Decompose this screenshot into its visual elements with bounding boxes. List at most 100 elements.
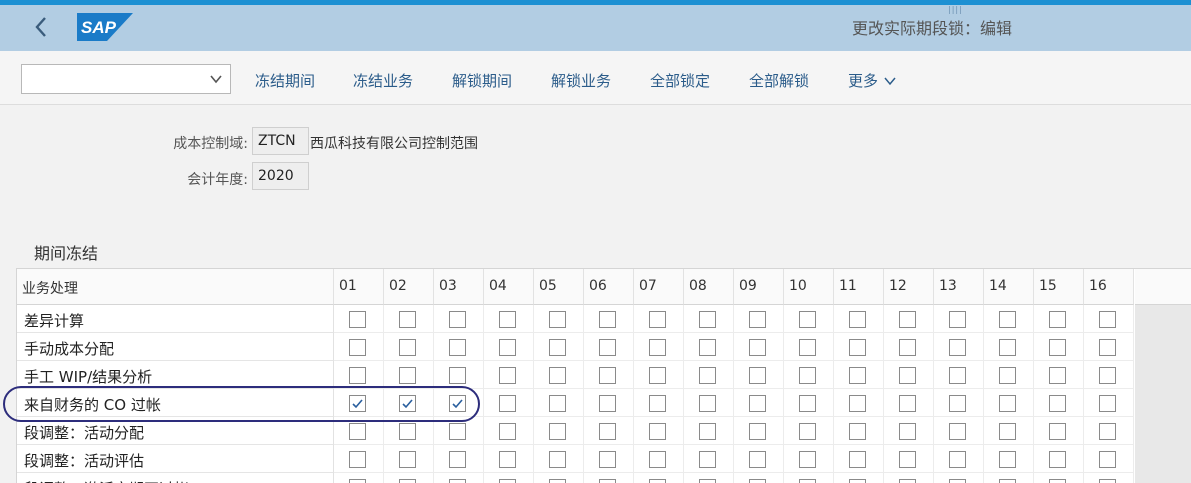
period-lock-checkbox[interactable] xyxy=(699,423,716,440)
period-lock-checkbox[interactable] xyxy=(1099,339,1116,356)
period-lock-checkbox[interactable] xyxy=(699,339,716,356)
period-lock-checkbox[interactable] xyxy=(699,479,716,483)
period-lock-checkbox[interactable] xyxy=(799,479,816,483)
period-lock-checkbox[interactable] xyxy=(799,339,816,356)
period-lock-checkbox[interactable] xyxy=(449,423,466,440)
period-lock-checkbox[interactable] xyxy=(999,339,1016,356)
period-lock-checkbox[interactable] xyxy=(699,395,716,412)
period-lock-checkbox[interactable] xyxy=(599,367,616,384)
period-lock-checkbox[interactable] xyxy=(949,339,966,356)
period-lock-checkbox[interactable] xyxy=(749,311,766,328)
period-lock-checkbox[interactable] xyxy=(349,339,366,356)
period-lock-checkbox[interactable] xyxy=(749,339,766,356)
period-lock-checkbox[interactable] xyxy=(899,395,916,412)
period-lock-checkbox[interactable] xyxy=(399,423,416,440)
period-lock-checkbox[interactable] xyxy=(749,479,766,483)
period-lock-checkbox[interactable] xyxy=(549,367,566,384)
period-lock-checkbox[interactable] xyxy=(1099,395,1116,412)
back-button[interactable] xyxy=(30,14,52,40)
period-lock-checkbox[interactable] xyxy=(399,479,416,483)
period-lock-checkbox[interactable] xyxy=(649,339,666,356)
period-lock-checkbox[interactable] xyxy=(899,311,916,328)
period-lock-checkbox[interactable] xyxy=(849,479,866,483)
period-lock-checkbox[interactable] xyxy=(599,423,616,440)
period-lock-checkbox[interactable] xyxy=(1049,311,1066,328)
period-lock-checkbox[interactable] xyxy=(1099,423,1116,440)
controlling-area-field[interactable]: ZTCN xyxy=(252,127,309,155)
period-lock-checkbox[interactable] xyxy=(949,367,966,384)
period-lock-checkbox[interactable] xyxy=(499,339,516,356)
period-lock-checkbox[interactable] xyxy=(599,479,616,483)
period-lock-checkbox[interactable] xyxy=(949,311,966,328)
period-lock-checkbox[interactable] xyxy=(499,367,516,384)
period-lock-checkbox[interactable] xyxy=(1049,367,1066,384)
period-lock-checkbox[interactable] xyxy=(849,451,866,468)
period-lock-checkbox[interactable] xyxy=(949,479,966,483)
freeze-periods-button[interactable]: 冻结期间 xyxy=(255,70,315,91)
period-lock-checkbox[interactable] xyxy=(649,367,666,384)
period-lock-checkbox[interactable] xyxy=(549,479,566,483)
period-lock-checkbox[interactable] xyxy=(699,367,716,384)
period-lock-checkbox[interactable] xyxy=(699,311,716,328)
period-lock-checkbox[interactable] xyxy=(599,339,616,356)
unlock-all-button[interactable]: 全部解锁 xyxy=(749,70,809,91)
period-lock-checkbox[interactable] xyxy=(1049,339,1066,356)
period-lock-checkbox[interactable] xyxy=(449,451,466,468)
period-lock-checkbox[interactable] xyxy=(899,339,916,356)
period-lock-checkbox[interactable] xyxy=(599,311,616,328)
period-lock-checkbox[interactable] xyxy=(749,451,766,468)
period-lock-checkbox[interactable] xyxy=(999,367,1016,384)
period-lock-checkbox[interactable] xyxy=(349,311,366,328)
period-lock-checkbox[interactable] xyxy=(549,423,566,440)
period-lock-checkbox[interactable] xyxy=(799,311,816,328)
period-lock-checkbox[interactable] xyxy=(649,311,666,328)
variant-dropdown[interactable] xyxy=(21,64,231,94)
period-lock-checkbox[interactable] xyxy=(849,339,866,356)
period-lock-checkbox[interactable] xyxy=(749,367,766,384)
period-lock-checkbox[interactable] xyxy=(1049,423,1066,440)
period-lock-checkbox[interactable] xyxy=(549,395,566,412)
period-lock-checkbox[interactable] xyxy=(449,311,466,328)
period-lock-checkbox[interactable] xyxy=(849,311,866,328)
period-lock-checkbox[interactable] xyxy=(499,479,516,483)
period-lock-checkbox[interactable] xyxy=(449,367,466,384)
period-lock-checkbox[interactable] xyxy=(549,339,566,356)
period-lock-checkbox[interactable] xyxy=(949,451,966,468)
lock-all-button[interactable]: 全部锁定 xyxy=(650,70,710,91)
period-lock-checkbox[interactable] xyxy=(349,479,366,483)
period-lock-checkbox[interactable] xyxy=(649,395,666,412)
period-lock-checkbox[interactable] xyxy=(999,311,1016,328)
period-lock-checkbox[interactable] xyxy=(399,451,416,468)
fiscal-year-field[interactable]: 2020 xyxy=(252,162,309,190)
period-lock-checkbox[interactable] xyxy=(549,311,566,328)
period-lock-checkbox[interactable] xyxy=(899,451,916,468)
period-lock-checkbox[interactable] xyxy=(899,479,916,483)
period-lock-checkbox[interactable] xyxy=(599,395,616,412)
period-lock-checkbox[interactable] xyxy=(649,479,666,483)
period-lock-checkbox[interactable] xyxy=(349,451,366,468)
period-lock-checkbox[interactable] xyxy=(999,423,1016,440)
more-button[interactable]: 更多 xyxy=(848,70,897,91)
unlock-transactions-button[interactable]: 解锁业务 xyxy=(551,70,611,91)
period-lock-checkbox[interactable] xyxy=(1049,451,1066,468)
period-lock-checkbox[interactable] xyxy=(449,479,466,483)
period-lock-checkbox[interactable] xyxy=(799,451,816,468)
period-lock-checkbox[interactable] xyxy=(1099,311,1116,328)
freeze-transactions-button[interactable]: 冻结业务 xyxy=(353,70,413,91)
period-lock-checkbox[interactable] xyxy=(649,423,666,440)
period-lock-checkbox[interactable] xyxy=(649,451,666,468)
period-lock-checkbox[interactable] xyxy=(1049,479,1066,483)
period-lock-checkbox[interactable] xyxy=(849,423,866,440)
period-lock-checkbox[interactable] xyxy=(749,423,766,440)
period-lock-checkbox[interactable] xyxy=(1099,367,1116,384)
period-lock-checkbox[interactable] xyxy=(499,451,516,468)
period-lock-checkbox[interactable] xyxy=(1049,395,1066,412)
period-lock-checkbox[interactable] xyxy=(399,367,416,384)
period-lock-checkbox[interactable] xyxy=(349,423,366,440)
period-lock-checkbox[interactable] xyxy=(799,395,816,412)
period-lock-checkbox[interactable] xyxy=(399,339,416,356)
period-lock-checkbox[interactable] xyxy=(749,395,766,412)
drag-handle[interactable]: |||| xyxy=(948,5,963,14)
period-lock-checkbox[interactable] xyxy=(499,311,516,328)
period-lock-checkbox[interactable] xyxy=(599,451,616,468)
